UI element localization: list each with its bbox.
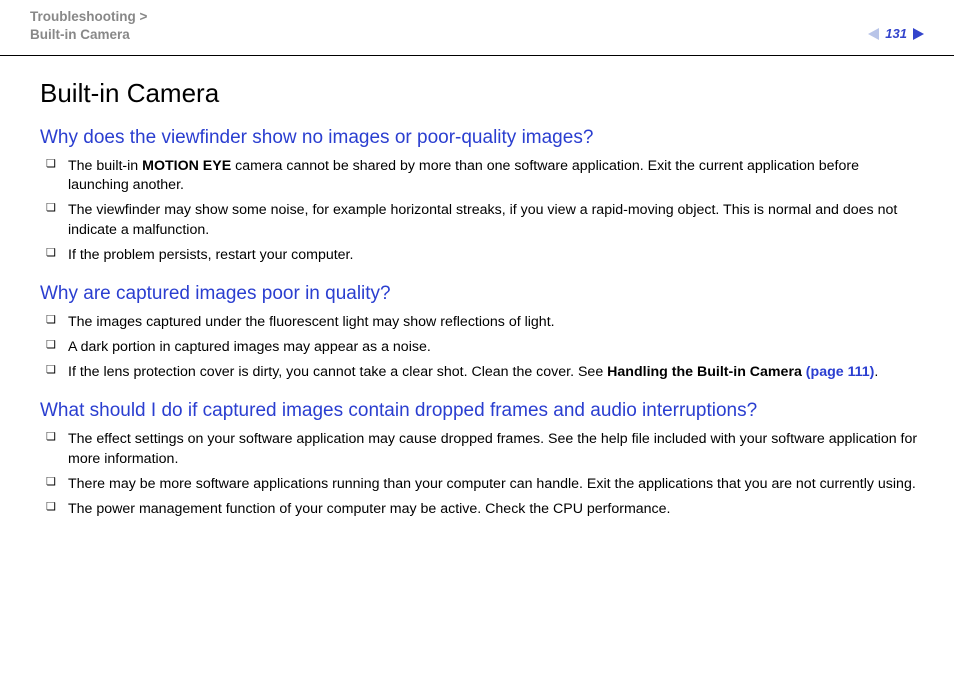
section-heading: Why does the viewfinder show no images o… [40,127,919,149]
list-item: The power management function of your co… [40,500,919,519]
prev-page-icon[interactable] [868,28,879,40]
list-item: If the lens protection cover is dirty, y… [40,363,919,382]
list-item: The viewfinder may show some noise, for … [40,201,919,239]
breadcrumb-section: Troubleshooting [30,9,136,24]
list-item: The images captured under the fluorescen… [40,313,919,332]
bullet-list: The images captured under the fluorescen… [40,313,919,383]
bold-text: Handling the Built-in Camera [607,364,806,380]
page-nav: 131 [868,26,924,41]
section-heading: What should I do if captured images cont… [40,400,919,422]
page-content: Built-in Camera Why does the viewfinder … [0,56,954,519]
list-item: If the problem persists, restart your co… [40,246,919,265]
bullet-list: The built‑in MOTION EYE camera cannot be… [40,157,919,265]
breadcrumb-page: Built-in Camera [30,27,130,42]
text-fragment: . [874,364,878,380]
page-reference-link[interactable]: (page 111) [806,364,875,380]
bold-text: MOTION EYE [142,158,231,174]
next-page-icon[interactable] [913,28,924,40]
document-page: Troubleshooting > Built-in Camera 131 Bu… [0,0,954,674]
breadcrumb-sep: > [136,9,148,24]
section-heading: Why are captured images poor in quality? [40,283,919,305]
page-title: Built-in Camera [40,78,919,109]
list-item: There may be more software applications … [40,475,919,494]
page-number: 131 [885,26,907,41]
text-fragment: If the lens protection cover is dirty, y… [68,364,607,380]
page-header: Troubleshooting > Built-in Camera 131 [0,0,954,55]
text-fragment: The built‑in [68,158,142,174]
list-item: A dark portion in captured images may ap… [40,338,919,357]
bullet-list: The effect settings on your software app… [40,430,919,519]
list-item: The effect settings on your software app… [40,430,919,468]
breadcrumb: Troubleshooting > Built-in Camera [30,8,924,44]
list-item: The built‑in MOTION EYE camera cannot be… [40,157,919,195]
